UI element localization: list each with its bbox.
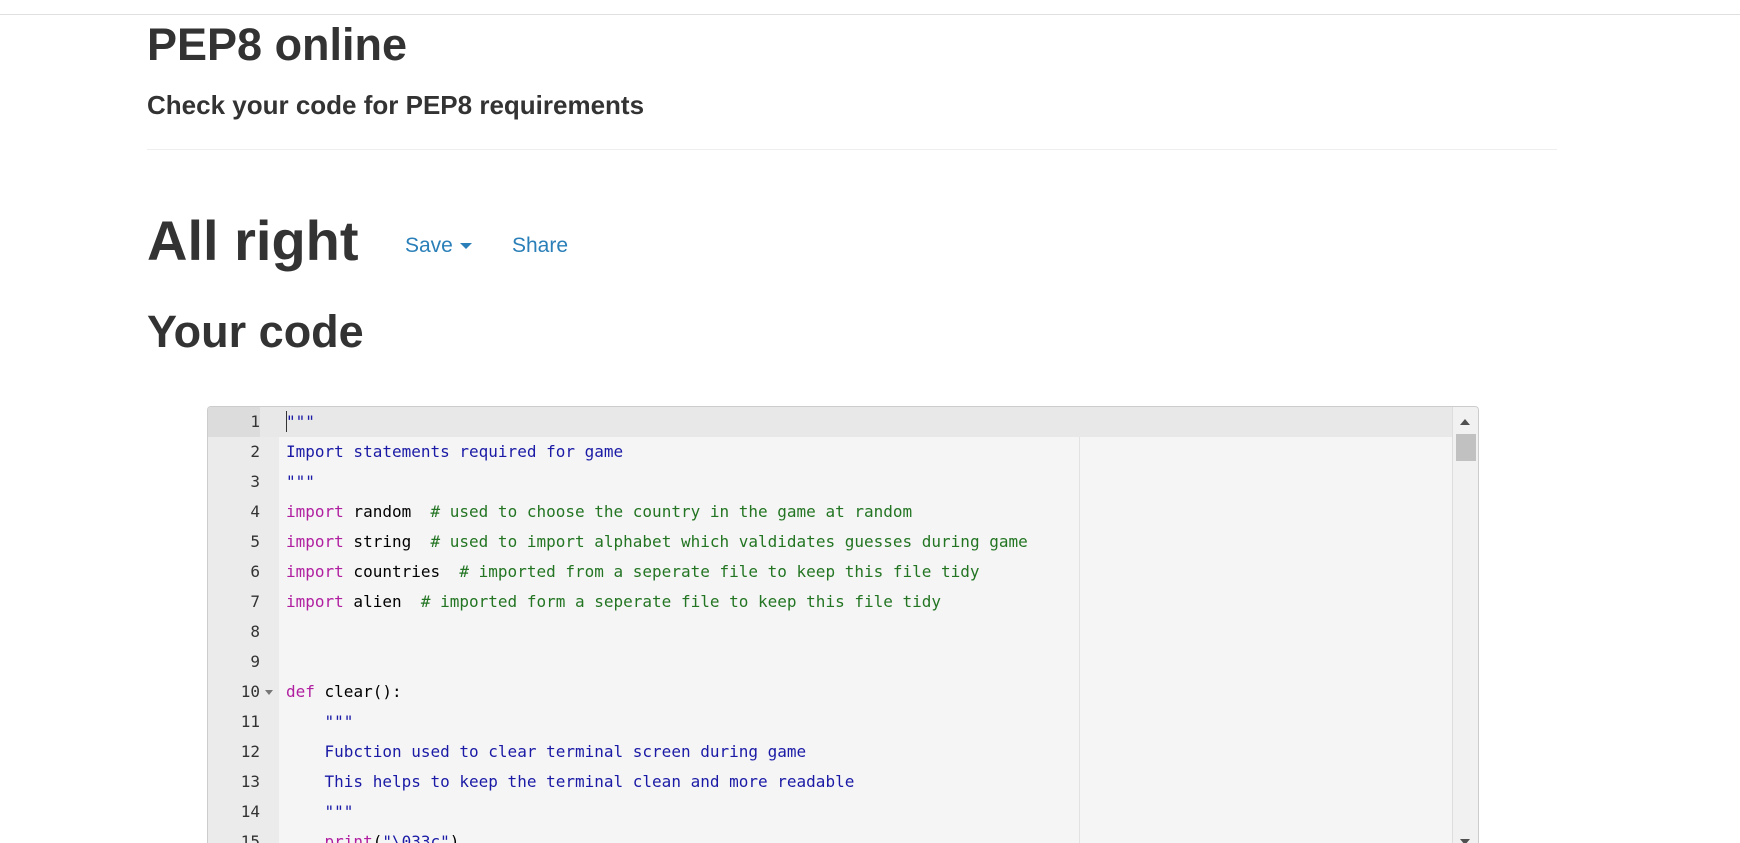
code-token: ) [449, 832, 460, 843]
code-line[interactable]: 6 import countries # imported from a sepe… [208, 557, 1453, 587]
code-token: Import statements required for game [286, 442, 624, 461]
code-line[interactable]: 1 """ [208, 407, 1453, 437]
header-divider [147, 149, 1557, 150]
line-number: 8 [250, 622, 260, 641]
code-line[interactable]: 10 def clear(): [208, 677, 1453, 707]
line-number: 14 [240, 802, 260, 821]
code-text: import string # used to import alphabet … [286, 527, 1028, 557]
code-token: random [343, 502, 431, 521]
code-token: """ [324, 802, 354, 821]
code-token: ( [372, 832, 383, 843]
code-text: Fubction used to clear terminal screen d… [286, 737, 807, 767]
code-text: """ [286, 467, 315, 497]
code-token: "\033c" [382, 832, 450, 843]
text-cursor [286, 411, 287, 432]
code-line[interactable]: 2 Import statements required for game [208, 437, 1453, 467]
code-token: # used to import alphabet which valdidat… [430, 532, 1028, 551]
line-number: 10 [240, 682, 260, 701]
code-line[interactable]: 15 print("\033c") [208, 827, 1453, 843]
scroll-up-arrow-icon[interactable] [1460, 419, 1470, 425]
fold-arrow-icon[interactable] [265, 690, 273, 695]
code-token: """ [286, 472, 315, 491]
code-line[interactable]: 8 [208, 617, 1453, 647]
code-token: import [286, 562, 344, 581]
code-line[interactable]: 11 """ [208, 707, 1453, 737]
code-token: def [286, 682, 315, 701]
line-number: 13 [240, 772, 260, 791]
code-text: This helps to keep the terminal clean an… [286, 767, 855, 797]
code-text: import countries # imported from a seper… [286, 557, 980, 587]
code-editor[interactable]: 1 """ 2 Import statements required for game… [207, 406, 1479, 843]
code-token: import [286, 532, 344, 551]
chevron-down-icon [459, 243, 472, 250]
code-token: alien [343, 592, 421, 611]
code-line[interactable]: 9 [208, 647, 1453, 677]
line-number: 7 [250, 592, 260, 611]
line-number: 4 [250, 502, 260, 521]
code-text: def clear(): [286, 677, 402, 707]
save-dropdown-button[interactable]: Save [405, 233, 472, 259]
line-number: 12 [240, 742, 260, 761]
top-divider [0, 14, 1740, 15]
code-heading: Your code [147, 306, 364, 357]
code-token: # used to choose the country in the game… [430, 502, 913, 521]
line-number: 2 [250, 442, 260, 461]
code-text: """ [286, 797, 354, 827]
site-subtitle: Check your code for PEP8 requirements [147, 90, 645, 120]
code-token: import [286, 592, 344, 611]
code-token: print [324, 832, 373, 843]
code-token: # imported form a seperate file to keep … [420, 592, 942, 611]
share-link[interactable]: Share [512, 233, 568, 259]
line-number: 5 [250, 532, 260, 551]
code-line[interactable]: 3 """ [208, 467, 1453, 497]
code-text: Import statements required for game [286, 437, 623, 467]
code-token: Fubction used to clear terminal screen d… [324, 742, 807, 761]
code-token: import [286, 502, 344, 521]
code-line[interactable]: 4 import random # used to choose the coun… [208, 497, 1453, 527]
code-token: """ [286, 412, 315, 431]
code-text: print("\033c") [286, 827, 460, 843]
code-token: string [343, 532, 431, 551]
code-text: import alien # imported form a seperate … [286, 587, 941, 617]
code-token: # imported from a seperate file to keep … [459, 562, 980, 581]
site-title: PEP8 online [147, 19, 408, 70]
code-token: countries [343, 562, 460, 581]
code-line[interactable]: 13 This helps to keep the terminal clean… [208, 767, 1453, 797]
code-lines[interactable]: 1 """ 2 Import statements required for game… [208, 407, 1453, 843]
line-number: 9 [250, 652, 260, 671]
line-number: 15 [240, 832, 260, 843]
code-text: """ [286, 707, 354, 737]
line-number: 11 [240, 712, 260, 731]
code-line[interactable]: 12 Fubction used to clear terminal scree… [208, 737, 1453, 767]
code-line[interactable]: 5 import string # used to import alphabet… [208, 527, 1453, 557]
code-token: clear(): [314, 682, 402, 701]
line-number: 6 [250, 562, 260, 581]
save-label: Save [405, 234, 453, 257]
code-line[interactable]: 14 """ [208, 797, 1453, 827]
code-token: This helps to keep the terminal clean an… [324, 772, 855, 791]
line-number: 1 [208, 407, 260, 437]
code-token: """ [324, 712, 354, 731]
code-line[interactable]: 7 import alien # imported form a seperate… [208, 587, 1453, 617]
vertical-scrollbar[interactable] [1452, 407, 1478, 843]
line-number: 3 [250, 472, 260, 491]
result-heading: All right [147, 209, 359, 272]
code-text: import random # used to choose the count… [286, 497, 912, 527]
scroll-down-arrow-icon[interactable] [1460, 839, 1470, 843]
code-text: """ [286, 407, 315, 437]
scrollbar-thumb[interactable] [1456, 434, 1476, 461]
